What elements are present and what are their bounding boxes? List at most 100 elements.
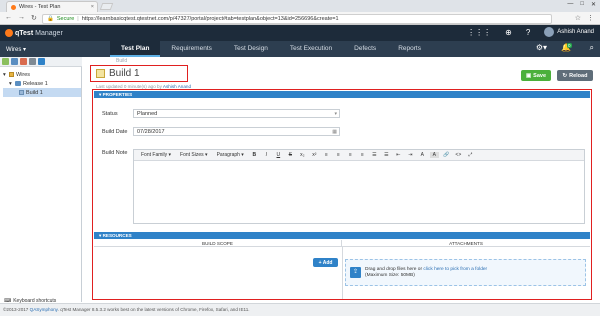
tab-test-execution[interactable]: Test Execution xyxy=(279,41,343,57)
drop-text-2: (Maximum Size: 50MB) xyxy=(365,272,415,278)
tree-item-release-1[interactable]: ▾ Release 1 xyxy=(3,79,81,88)
back-icon[interactable]: ← xyxy=(5,14,12,22)
resources-section-header[interactable]: ▾ RESOURCES xyxy=(94,232,590,239)
source-code-icon[interactable]: <> xyxy=(454,152,463,158)
brand-name: qTest xyxy=(15,29,34,37)
url-input[interactable]: 🔒 Secure | https://learnbasicqtest.qtest… xyxy=(42,14,552,24)
outdent-icon[interactable]: ⇤ xyxy=(394,152,403,158)
dropzone-text: Drag and drop files here or click here t… xyxy=(365,267,487,279)
user-menu[interactable]: Ashish Anand xyxy=(544,27,594,37)
build-note-label: Build Note xyxy=(102,150,128,156)
window-controls: — □ ✕ xyxy=(567,1,596,8)
search-icon[interactable]: ⌕ xyxy=(590,43,594,53)
build-scope-header: BUILD SCOPE xyxy=(94,240,342,247)
build-date-value: 07/28/2017 xyxy=(137,129,165,135)
calendar-icon[interactable]: ▦ xyxy=(332,128,337,136)
subscript-icon[interactable]: x₂ xyxy=(298,152,307,158)
build-date-input[interactable]: 07/28/2017 ▦ xyxy=(133,127,340,136)
secure-label: Secure xyxy=(56,16,75,22)
align-center-icon[interactable]: ≡ xyxy=(334,152,343,158)
fullscreen-icon[interactable]: ⤢ xyxy=(466,152,475,158)
browser-menu-icon[interactable]: ⋮ xyxy=(587,14,594,22)
maximize-icon[interactable]: □ xyxy=(580,1,584,8)
indent-icon[interactable]: ⇥ xyxy=(406,152,415,158)
tree-item-build-1[interactable]: Build 1 xyxy=(3,88,81,97)
notifications-bell-icon[interactable]: 🔔0 xyxy=(561,43,575,53)
company-link[interactable]: QASymphony xyxy=(30,307,58,312)
bullet-list-icon[interactable]: ☰ xyxy=(370,152,379,158)
underline-icon[interactable]: U xyxy=(274,152,283,158)
url-text: https://learnbasicqtest.qtestnet.com/p/4… xyxy=(81,16,339,22)
font-family-dropdown[interactable]: Font Family ▾ xyxy=(138,152,174,158)
pick-folder-link[interactable]: click here to pick from a folder xyxy=(423,267,487,272)
download-icon[interactable]: ⊕ xyxy=(505,28,512,37)
breadcrumb: Build xyxy=(116,58,128,64)
save-button[interactable]: ▣ Save xyxy=(521,70,551,81)
align-justify-icon[interactable]: ≡ xyxy=(358,152,367,158)
minimize-icon[interactable]: — xyxy=(567,1,573,8)
filter-icon[interactable] xyxy=(38,58,45,65)
expand-icon[interactable]: ▾ xyxy=(3,72,7,78)
footer: ©2013-2017 QASymphony. qTest Manager 8.5… xyxy=(0,303,600,316)
status-label: Status xyxy=(102,111,118,117)
add-button[interactable]: + Add xyxy=(313,258,338,267)
background-color-icon[interactable]: A xyxy=(429,152,439,158)
font-sizes-dropdown[interactable]: Font Sizes ▾ xyxy=(177,152,211,158)
bookmark-star-icon[interactable]: ☆ xyxy=(575,14,581,22)
tab-title: Wires - Test Plan xyxy=(19,4,61,10)
tree-item-wires[interactable]: ▾ Wires xyxy=(3,70,81,79)
column-divider xyxy=(342,247,343,299)
expand-icon[interactable]: ▾ xyxy=(9,81,13,87)
attachment-dropzone[interactable]: ⇪ Drag and drop files here or click here… xyxy=(345,259,586,286)
properties-section-header[interactable]: ▾ PROPERTIES xyxy=(94,91,590,98)
brand-subtitle: Manager xyxy=(35,29,63,37)
tree-toolbar xyxy=(0,57,82,67)
superscript-icon[interactable]: x² xyxy=(310,152,319,158)
refresh-icon[interactable]: ↻ xyxy=(31,14,37,22)
browser-nav: ← → ↻ xyxy=(5,14,37,22)
lock-icon: 🔒 xyxy=(47,16,54,22)
forward-icon[interactable]: → xyxy=(18,14,25,22)
add-release-icon[interactable] xyxy=(2,58,9,65)
bold-icon[interactable]: B xyxy=(250,152,259,158)
refresh-tree-icon[interactable] xyxy=(29,58,36,65)
add-build-icon[interactable] xyxy=(11,58,18,65)
copyright: ©2013-2017 xyxy=(3,307,29,312)
paragraph-dropdown[interactable]: Paragraph ▾ xyxy=(214,152,247,158)
tab-defects[interactable]: Defects xyxy=(343,41,387,57)
folder-icon xyxy=(9,72,14,77)
tab-requirements[interactable]: Requirements xyxy=(160,41,222,57)
reload-button[interactable]: ↻ Reload xyxy=(557,70,593,81)
strikethrough-icon[interactable]: S xyxy=(286,152,295,158)
build-icon xyxy=(96,69,105,78)
align-right-icon[interactable]: ≡ xyxy=(346,152,355,158)
link-icon[interactable]: 🔗 xyxy=(442,152,451,158)
save-label: Save xyxy=(533,72,547,79)
reload-icon: ↻ xyxy=(562,72,568,79)
user-name: Ashish Anand xyxy=(557,29,594,35)
numbered-list-icon[interactable]: ☰ xyxy=(382,152,391,158)
browser-tab[interactable]: Wires - Test Plan × xyxy=(6,1,98,12)
help-icon[interactable]: ? xyxy=(526,28,530,37)
project-selector[interactable]: Wires ▾ xyxy=(6,46,26,53)
drop-text-1: Drag and drop files here or xyxy=(365,266,423,272)
delete-icon[interactable] xyxy=(20,58,27,65)
italic-icon[interactable]: I xyxy=(262,152,271,158)
close-window-icon[interactable]: ✕ xyxy=(591,1,596,8)
header-actions: ⋮⋮⋮ ⊕ ? Ashish Anand xyxy=(467,27,594,37)
url-separator: | xyxy=(77,16,79,22)
upload-icon: ⇪ xyxy=(350,267,361,278)
tab-test-design[interactable]: Test Design xyxy=(223,41,279,57)
tab-close-icon[interactable]: × xyxy=(91,4,94,10)
tab-test-plan[interactable]: Test Plan xyxy=(110,41,161,57)
align-left-icon[interactable]: ≡ xyxy=(322,152,331,158)
tab-reports[interactable]: Reports xyxy=(387,41,432,57)
status-select[interactable]: Planned ▾ xyxy=(133,109,340,118)
page-title[interactable]: Build 1 xyxy=(109,68,140,79)
apps-grid-icon[interactable]: ⋮⋮⋮ xyxy=(467,28,491,37)
notification-badge: 0 xyxy=(567,43,572,48)
settings-gear-icon[interactable]: ⚙▾ xyxy=(536,43,547,53)
save-icon: ▣ xyxy=(525,72,532,79)
url-bar-actions: ☆ ⋮ xyxy=(575,14,594,22)
text-color-icon[interactable]: A xyxy=(418,152,427,158)
